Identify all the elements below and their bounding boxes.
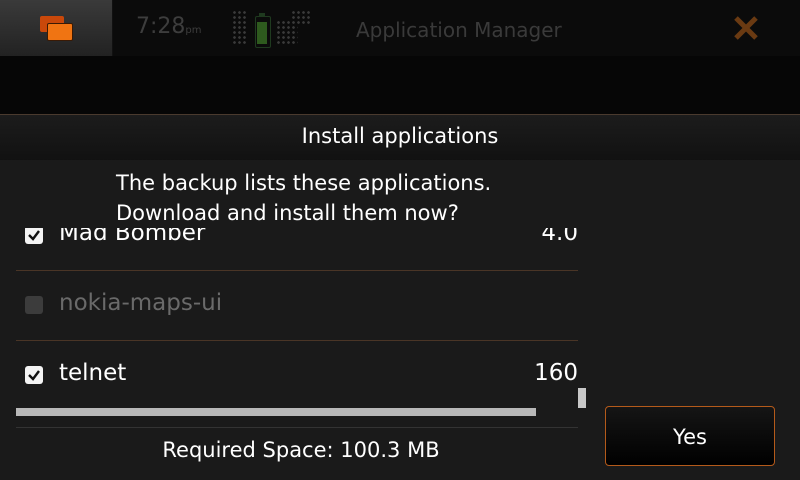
- application-list[interactable]: Mad Bomber 4.0 nokia-maps-ui telnet 160: [16, 228, 586, 410]
- required-space-label: Required Space: 100.3 MB: [162, 438, 440, 462]
- app-checkbox[interactable]: [25, 366, 43, 384]
- signal-icon[interactable]: [276, 10, 312, 46]
- app-title: Application Manager: [356, 18, 562, 42]
- app-size: 160: [534, 360, 578, 386]
- list-item: nokia-maps-ui: [16, 270, 578, 341]
- yes-button[interactable]: Yes: [605, 406, 775, 466]
- status-bar: 7:28pm Application Manager: [0, 0, 800, 56]
- checkmark-icon: [28, 370, 40, 381]
- dimmed-background: [0, 56, 800, 116]
- dialog-message: The backup lists these applications. Dow…: [116, 171, 492, 225]
- divider: [16, 427, 578, 428]
- app-name: Mad Bomber: [59, 228, 206, 246]
- list-item[interactable]: telnet 160: [16, 340, 578, 410]
- vertical-scrollbar[interactable]: [578, 388, 586, 408]
- close-button[interactable]: [712, 0, 800, 56]
- clock[interactable]: 7:28pm: [136, 14, 202, 39]
- app-name: telnet: [59, 360, 127, 386]
- horizontal-scrollbar[interactable]: [16, 408, 536, 416]
- task-switcher-button[interactable]: [0, 0, 113, 56]
- list-item[interactable]: Mad Bomber 4.0: [16, 228, 578, 271]
- dialog-title: Install applications: [301, 124, 499, 148]
- close-icon: [734, 16, 758, 40]
- app-checkbox[interactable]: [25, 228, 43, 244]
- status-indicator-grid: [232, 10, 248, 46]
- checkmark-icon: [28, 230, 40, 241]
- app-size: 4.0: [541, 228, 578, 246]
- app-checkbox: [25, 296, 43, 314]
- app-name: nokia-maps-ui: [59, 290, 223, 316]
